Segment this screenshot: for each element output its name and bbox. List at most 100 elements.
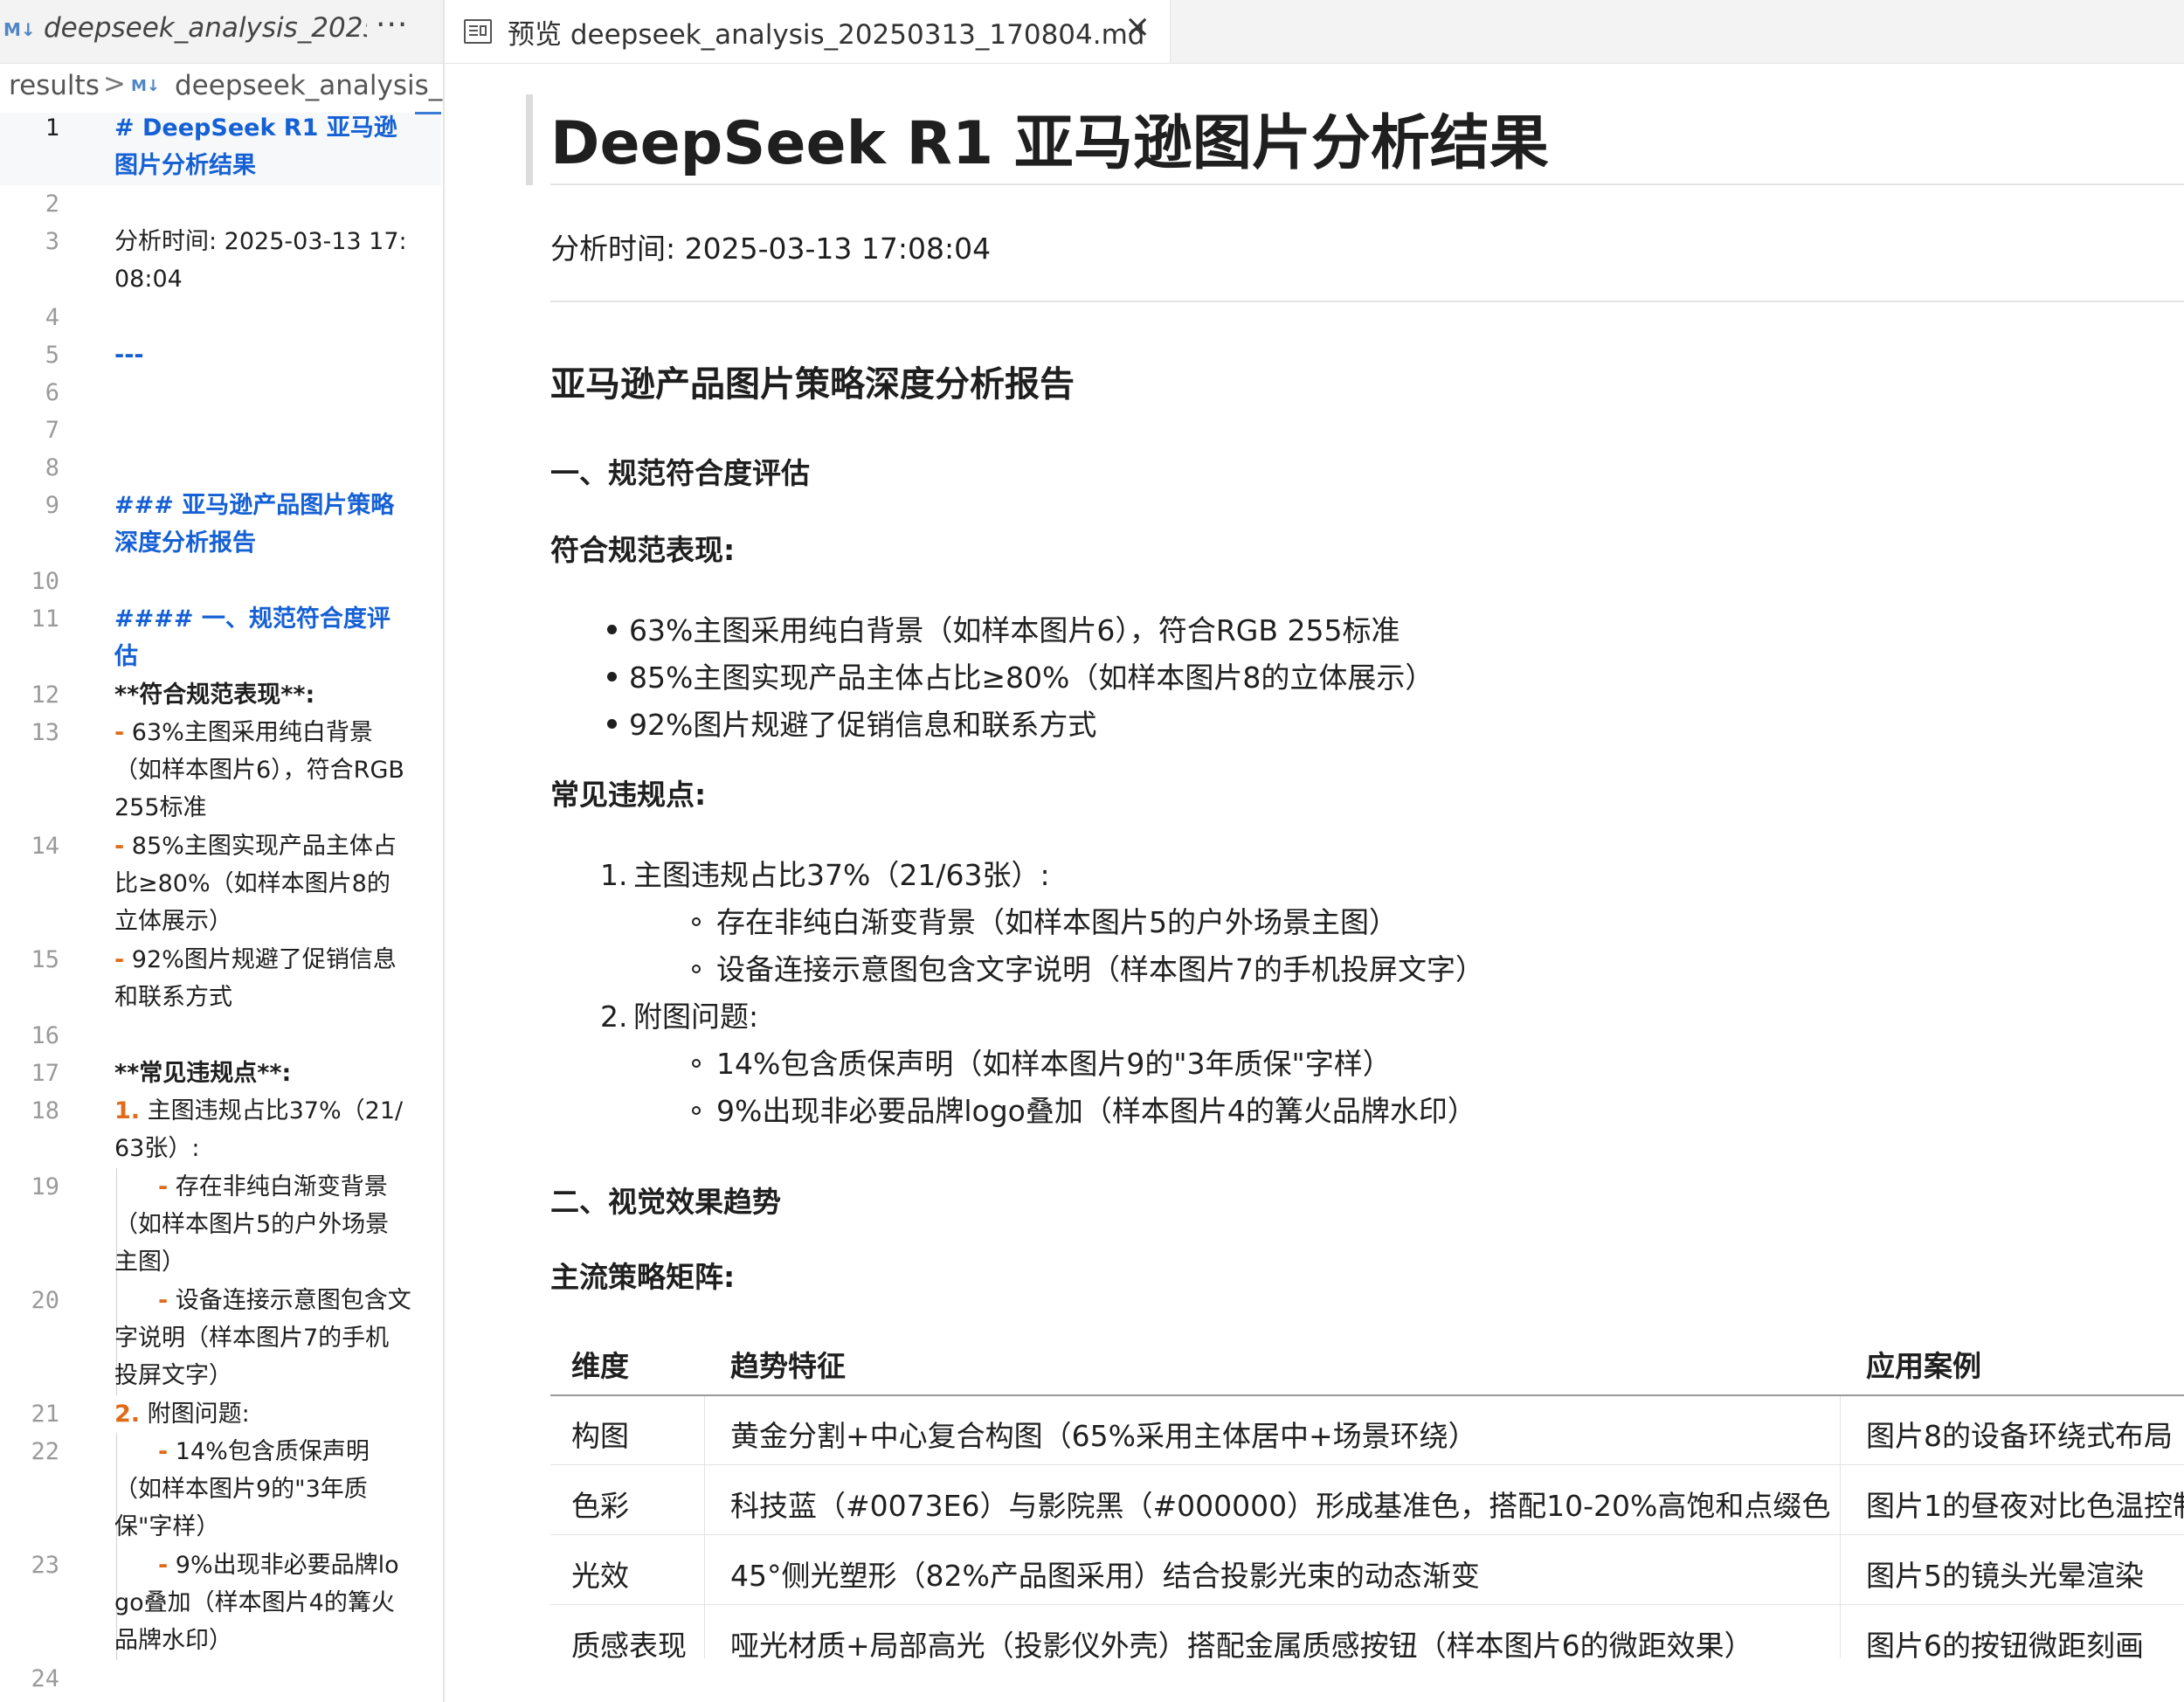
preview-pane[interactable]: 预览 deepseek_analysis_20250313_170804.md … bbox=[445, 0, 2184, 1702]
line-number: 19 bbox=[31, 1173, 59, 1200]
list-item-text: 92%图片规避了促销信息和联系方式 bbox=[629, 708, 1097, 742]
list-item: 92%图片规避了促销信息和联系方式 bbox=[607, 702, 1096, 744]
table-cell: 科技蓝（#0073E6）与影院黑（#000000）形成基准色，搭配10-20%高… bbox=[730, 1489, 1831, 1523]
line-number: 11 bbox=[31, 605, 59, 633]
line-number: 13 bbox=[31, 719, 59, 746]
code-line[interactable]: **符合规范表现**: bbox=[114, 676, 411, 714]
analysis-time: 分析时间: 2025-03-13 17:08:04 bbox=[550, 232, 992, 266]
code-line[interactable]: 1. 主图违规占比37%（21/63张）: bbox=[114, 1092, 411, 1167]
circle-bullet-icon bbox=[692, 964, 701, 973]
table-cell: 黄金分割+中心复合构图（65%采用主体居中+场景环绕） bbox=[730, 1419, 1477, 1453]
table-cell: 图片1的昼夜对比色温控制 bbox=[1866, 1489, 2184, 1523]
title-underline bbox=[550, 183, 2184, 185]
line-number: 18 bbox=[31, 1097, 59, 1124]
code-line[interactable]: ### 亚马逊产品图片策略深度分析报告 bbox=[114, 487, 411, 562]
code-line[interactable]: - 9%出现非必要品牌logo叠加（样本图片4的篝火品牌水印） bbox=[114, 1546, 411, 1659]
table-cell: 图片5的镜头光晕渲染 bbox=[1866, 1559, 2144, 1593]
breadcrumb-file[interactable]: deepseek_analysis_20250313_170804.md bbox=[175, 70, 443, 101]
editor-tab[interactable]: M↓ deepseek_analysis_20250313_170804.md … bbox=[0, 0, 443, 64]
line-number: 12 bbox=[31, 681, 59, 709]
code-line[interactable]: # DeepSeek R1 亚马逊图片分析结果 bbox=[114, 109, 411, 184]
code-line[interactable]: **常见违规点**: bbox=[114, 1055, 411, 1092]
more-actions-icon[interactable]: ··· bbox=[376, 7, 408, 43]
close-icon[interactable]: × bbox=[1124, 9, 1151, 45]
list-marker: - bbox=[158, 1552, 169, 1579]
list-item: 9%出现非必要品牌logo叠加（样本图片4的篝火品牌水印） bbox=[692, 1088, 1476, 1130]
table-cell: 色彩 bbox=[571, 1489, 629, 1523]
line-number: 4 bbox=[45, 304, 59, 331]
line-number: 21 bbox=[31, 1401, 59, 1428]
report-title: 亚马逊产品图片策略深度分析报告 bbox=[550, 364, 1075, 405]
breadcrumb-folder[interactable]: results bbox=[9, 70, 100, 101]
list-number: 1. bbox=[600, 858, 628, 892]
tab-preview[interactable]: 预览 deepseek_analysis_20250313_170804.md … bbox=[445, 0, 1171, 63]
violations-label: 常见违规点: bbox=[550, 778, 707, 812]
line-number: 16 bbox=[31, 1022, 59, 1049]
list-item: 14%包含质保声明（如样本图片9的"3年质保"字样） bbox=[692, 1041, 1392, 1083]
section2-heading: 二、视觉效果趋势 bbox=[550, 1185, 781, 1219]
horizontal-rule bbox=[550, 301, 2184, 302]
code-line[interactable]: - 设备连接示意图包含文字说明（样本图片7的手机投屏文字） bbox=[114, 1282, 411, 1394]
list-item-text: 主图违规占比37%（21/63张）: bbox=[633, 858, 1050, 892]
code-line[interactable]: - 85%主图实现产品主体占比≥80%（如样本图片8的立体展示） bbox=[114, 827, 411, 940]
code-line[interactable]: - 92%图片规避了促销信息和联系方式 bbox=[114, 941, 411, 1016]
list-marker: - bbox=[158, 1438, 169, 1465]
tab-bar: 预览 deepseek_analysis_20250313_170804.md … bbox=[445, 0, 2184, 64]
line-number: 24 bbox=[31, 1665, 59, 1692]
list-item: 2. 附图问题: bbox=[600, 993, 758, 1035]
list-marker: 2. bbox=[114, 1401, 141, 1428]
chevron-right-icon: > bbox=[103, 68, 126, 100]
line-number: 20 bbox=[31, 1287, 59, 1314]
code-text: 9%出现非必要品牌logo叠加（样本图片4的篝火品牌水印） bbox=[114, 1552, 399, 1654]
table-header-divider bbox=[550, 1394, 2184, 1396]
list-item: 63%主图采用纯白背景（如样本图片6），符合RGB 255标准 bbox=[607, 607, 1400, 649]
code-line[interactable]: --- bbox=[114, 336, 411, 374]
code-text: 附图问题: bbox=[140, 1401, 250, 1428]
preview-tab-label[interactable]: 预览 deepseek_analysis_20250313_170804.md bbox=[508, 12, 1144, 52]
list-item-text: 9%出现非必要品牌logo叠加（样本图片4的篝火品牌水印） bbox=[716, 1094, 1476, 1128]
code-text: 92%图片规避了促销信息和联系方式 bbox=[114, 946, 397, 1011]
matrix-label: 主流策略矩阵: bbox=[550, 1260, 736, 1294]
code-text: 85%主图实现产品主体占比≥80%（如样本图片8的立体展示） bbox=[114, 833, 397, 935]
line-number: 3 bbox=[45, 228, 59, 255]
line-number: 1 bbox=[45, 114, 59, 142]
bullet-icon bbox=[607, 625, 617, 634]
compliant-label: 符合规范表现: bbox=[550, 533, 736, 567]
list-item-text: 存在非纯白渐变背景（如样本图片5的户外场景主图） bbox=[716, 905, 1398, 939]
code-text: 14%包含质保声明（如样本图片9的"3年质保"字样） bbox=[114, 1438, 370, 1540]
code-line[interactable]: - 63%主图采用纯白背景（如样本图片6），符合RGB 255标准 bbox=[114, 714, 411, 827]
code-line[interactable]: 2. 附图问题: bbox=[114, 1395, 411, 1433]
code-line[interactable]: - 存在非纯白渐变背景（如样本图片5的户外场景主图） bbox=[114, 1168, 411, 1281]
editor-tab-title[interactable]: deepseek_analysis_20250313_170804.md bbox=[44, 12, 367, 44]
list-item-text: 附图问题: bbox=[633, 1000, 759, 1034]
section1-heading: 一、规范符合度评估 bbox=[550, 456, 810, 490]
table-cell: 构图 bbox=[571, 1419, 629, 1453]
code-line[interactable]: - 14%包含质保声明（如样本图片9的"3年质保"字样） bbox=[114, 1433, 411, 1546]
text-cursor bbox=[415, 112, 441, 114]
markdown-icon: M↓ bbox=[131, 77, 160, 95]
table-cell: 45°侧光塑形（82%产品图采用）结合投影光束的动态渐变 bbox=[730, 1559, 1480, 1593]
code-line[interactable]: #### 一、规范符合度评估 bbox=[114, 600, 411, 675]
list-item: 1. 主图违规占比37%（21/63张）: bbox=[600, 852, 1050, 894]
list-marker: - bbox=[114, 946, 125, 973]
code-text: 主图违规占比37%（21/63张）: bbox=[114, 1097, 404, 1162]
line-number: 6 bbox=[45, 379, 59, 406]
table-row-divider bbox=[550, 1534, 2184, 1535]
breadcrumb: results > M↓ deepseek_analysis_20250313_… bbox=[0, 68, 443, 107]
editor-pane[interactable]: M↓ deepseek_analysis_20250313_170804.md … bbox=[0, 0, 443, 1702]
list-item: 85%主图实现产品主体占比≥80%（如样本图片8的立体展示） bbox=[607, 654, 1434, 696]
list-marker: 1. bbox=[114, 1097, 141, 1124]
code-line[interactable]: 分析时间: 2025-03-13 17:08:04 bbox=[114, 223, 411, 298]
line-number: 9 bbox=[45, 492, 59, 519]
table-column-divider bbox=[1840, 1396, 1841, 1658]
table-header: 应用案例 bbox=[1866, 1349, 1981, 1383]
line-number: 14 bbox=[31, 833, 59, 860]
list-item: 存在非纯白渐变背景（如样本图片5的户外场景主图） bbox=[692, 899, 1398, 941]
list-marker: - bbox=[158, 1173, 169, 1200]
circle-bullet-icon bbox=[692, 917, 701, 926]
markdown-icon: M↓ bbox=[3, 19, 36, 40]
code-text: 63%主图采用纯白背景（如样本图片6），符合RGB 255标准 bbox=[114, 719, 412, 821]
preview-icon bbox=[464, 19, 492, 44]
line-number: 10 bbox=[31, 568, 59, 595]
list-marker: - bbox=[114, 833, 125, 860]
